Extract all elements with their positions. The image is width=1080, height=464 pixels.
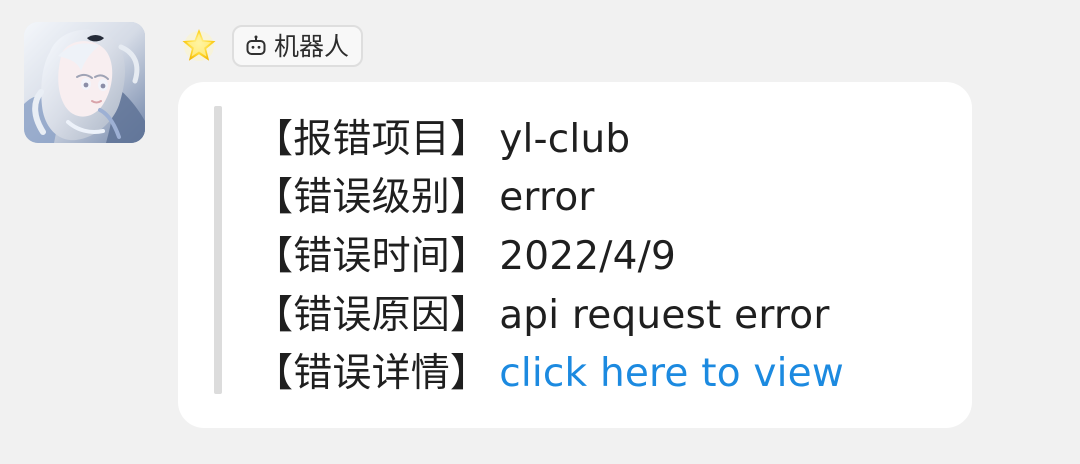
sender-avatar[interactable]	[24, 22, 145, 143]
project-label: 【报错项目】	[254, 116, 490, 162]
reason-label: 【错误原因】	[254, 292, 490, 338]
sender-meta: 机器人	[178, 22, 364, 70]
project-value: yl-club	[499, 116, 631, 162]
message-row-reason: 【错误原因】 api request error	[254, 286, 952, 345]
message-row-level: 【错误级别】 error	[254, 169, 952, 228]
anime-character-avatar-icon	[24, 22, 145, 143]
robot-icon	[246, 35, 266, 55]
time-value: 2022/4/9	[499, 233, 676, 279]
robot-badge-label: 机器人	[274, 31, 350, 61]
level-label: 【错误级别】	[254, 175, 490, 221]
star-icon	[182, 29, 216, 61]
details-label: 【错误详情】	[254, 351, 490, 397]
level-value: error	[499, 175, 595, 221]
message-row-details: 【错误详情】 click here to view	[254, 344, 952, 403]
time-label: 【错误时间】	[254, 233, 490, 279]
robot-badge[interactable]: 机器人	[232, 25, 364, 67]
message-row-time: 【错误时间】 2022/4/9	[254, 227, 952, 286]
message-row-project: 【报错项目】 yl-club	[254, 110, 952, 169]
message-bubble[interactable]: 【报错项目】 yl-club 【错误级别】 error 【错误时间】 2022/…	[178, 82, 972, 428]
message-content: 【报错项目】 yl-club 【错误级别】 error 【错误时间】 2022/…	[254, 110, 952, 403]
reason-value: api request error	[499, 292, 830, 338]
quote-bar	[214, 106, 222, 394]
details-link[interactable]: click here to view	[499, 354, 844, 393]
